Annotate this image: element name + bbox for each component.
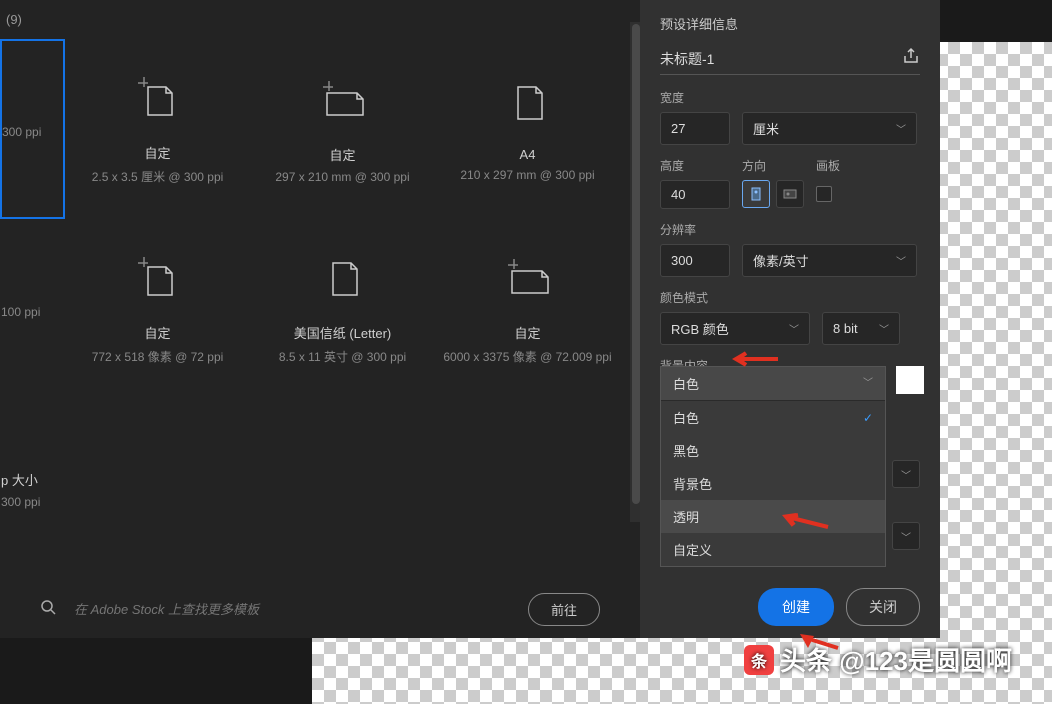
width-label: 宽度 [660,89,920,106]
orientation-label: 方向 [742,157,804,174]
color-mode-label: 颜色模式 [660,289,920,306]
preset-name: 自定 [144,323,170,342]
preset-dims: 772 x 518 像素 @ 72 ppi [92,348,224,365]
document-name-input[interactable] [660,51,902,67]
chevron-down-icon: ﹀ [879,321,889,336]
preset-dims: 300 ppi [1,495,40,509]
preset-item-7[interactable]: 自定 6000 x 3375 像素 @ 72.009 ppi [435,219,620,399]
stock-go-button[interactable]: 前往 [528,593,600,626]
preset-item-6[interactable]: 美国信纸 (Letter) 8.5 x 11 英寸 @ 300 ppi [250,219,435,399]
width-unit-select[interactable]: 厘米﹀ [742,112,917,145]
stock-search-input[interactable] [66,594,518,625]
bg-option-自定义[interactable]: 自定义 [661,533,885,566]
background-color-swatch[interactable] [896,366,924,394]
height-label: 高度 [660,157,730,174]
preset-name: 美国信纸 (Letter) [294,323,392,342]
preset-item-8[interactable]: p 大小 300 ppi [0,399,65,579]
check-icon: ✓ [863,411,873,425]
chevron-down-icon: ﹀ [863,374,873,393]
preset-dims: 210 x 297 mm @ 300 ppi [460,168,594,182]
preset-dims: 2.5 x 3.5 厘米 @ 300 ppi [92,168,224,185]
watermark: 条 头条 @123是圆圆啊 [744,641,1012,678]
save-preset-icon[interactable] [902,47,920,70]
preset-item-2[interactable]: 自定 297 x 210 mm @ 300 ppi [250,39,435,219]
annotation-arrow-2 [780,513,830,531]
preset-dims: 8.5 x 11 英寸 @ 300 ppi [279,348,406,365]
chevron-down-icon: ﹀ [896,253,906,268]
preset-name: p 大小 [1,470,38,489]
preset-name: 自定 [329,145,355,164]
advanced-toggle-2[interactable]: ﹀ [892,522,920,550]
preset-grid: 300 ppi 自定 2.5 x 3.5 厘米 @ 300 ppi 自定 297 x 2… [0,39,640,579]
preset-dims: 300 ppi [2,125,41,139]
preset-item-3[interactable]: A4 210 x 297 mm @ 300 ppi [435,39,620,219]
chevron-down-icon: ﹀ [789,321,799,336]
artboard-label: 画板 [816,157,840,174]
preset-item-5[interactable]: 自定 772 x 518 像素 @ 72 ppi [65,219,250,399]
orientation-landscape-button[interactable] [776,180,804,208]
preset-name: 自定 [144,143,170,162]
background-content-dropdown[interactable]: 白色﹀ 白色✓黑色背景色透明自定义 [660,366,886,567]
width-input[interactable] [660,112,730,145]
close-button[interactable]: 关闭 [846,588,920,626]
bit-depth-select[interactable]: 8 bit﹀ [822,312,900,345]
annotation-arrow-1 [730,350,780,368]
color-mode-select[interactable]: RGB 颜色﹀ [660,312,810,345]
preset-count: (9) [0,0,640,39]
preset-item-0[interactable]: 300 ppi [0,39,65,219]
preset-name: 自定 [514,323,540,342]
create-button[interactable]: 创建 [758,588,834,626]
resolution-label: 分辨率 [660,221,920,238]
chevron-down-icon: ﹀ [896,121,906,136]
watermark-icon: 条 [744,645,774,675]
preset-dims: 297 x 210 mm @ 300 ppi [275,170,409,184]
bg-option-黑色[interactable]: 黑色 [661,434,885,467]
preset-name: A4 [520,147,536,162]
preset-dims: 100 ppi [1,305,40,319]
height-input[interactable] [660,180,730,209]
search-icon [40,599,56,620]
orientation-portrait-button[interactable] [742,180,770,208]
preset-item-1[interactable]: 自定 2.5 x 3.5 厘米 @ 300 ppi [65,39,250,219]
resolution-unit-select[interactable]: 像素/英寸﹀ [742,244,917,277]
artboard-checkbox[interactable] [816,186,832,202]
bg-option-白色[interactable]: 白色✓ [661,401,885,434]
bg-option-背景色[interactable]: 背景色 [661,467,885,500]
resolution-input[interactable] [660,244,730,277]
preset-dims: 6000 x 3375 像素 @ 72.009 ppi [443,348,611,365]
detail-title: 预设详细信息 [660,14,920,33]
bg-option-透明[interactable]: 透明 [661,500,885,533]
preset-item-4[interactable]: 100 ppi [0,219,65,399]
advanced-toggle-1[interactable]: ﹀ [892,460,920,488]
